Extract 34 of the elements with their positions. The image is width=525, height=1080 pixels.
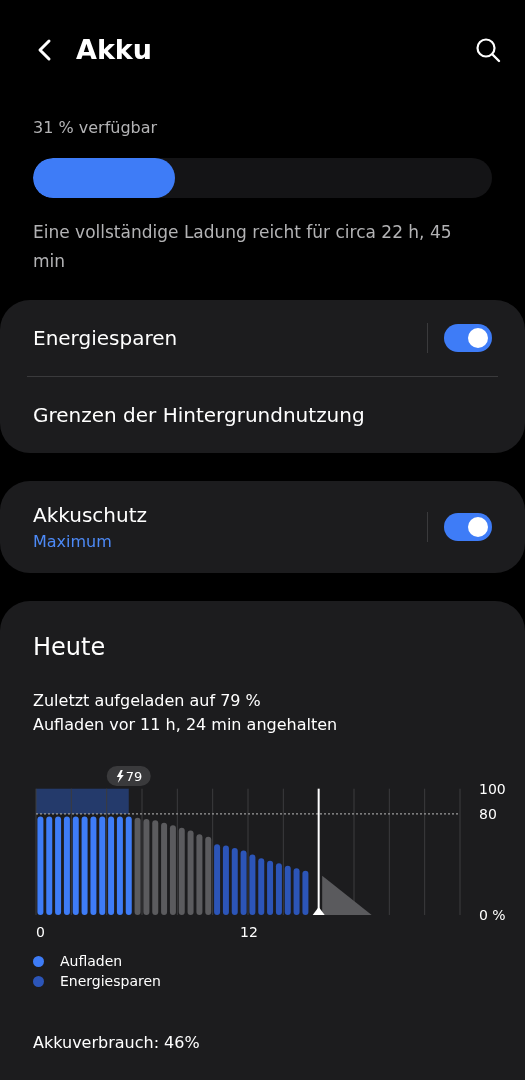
setting-label: Grenzen der Hintergrundnutzung	[33, 402, 366, 429]
axis-label: 0 %	[479, 907, 506, 923]
current-time-marker[interactable]	[312, 787, 325, 916]
settings-row[interactable]: Energiesparen	[0, 300, 525, 376]
toggle-switch[interactable]	[444, 513, 492, 541]
chart-bar	[284, 865, 291, 915]
chart-bar	[231, 848, 238, 915]
chart-bar	[293, 868, 300, 915]
battery-available-text: 31 % verfügbar	[33, 117, 159, 139]
section-title: Heute	[33, 632, 107, 663]
axis-label: 100	[479, 780, 506, 797]
info-text: Aufladen vor 11 h, 24 min angehalten	[33, 714, 339, 736]
toggle-switch[interactable]	[444, 324, 492, 352]
legend-label: Aufladen	[60, 952, 123, 971]
setting-label: Energiesparen	[33, 325, 179, 352]
chart-bar	[249, 854, 256, 915]
axis-label: 80	[479, 805, 497, 822]
chart-bar	[240, 850, 247, 915]
info-text: Zuletzt aufgeladen auf 79 %	[33, 690, 262, 712]
settings-row[interactable]: Akkuschutz Maximum	[0, 481, 525, 573]
settings-row[interactable]: Grenzen der Hintergrundnutzung	[0, 377, 525, 453]
battery-estimate-text: Eine vollständige Ladung reicht für circa 22 h, 45 min	[33, 221, 453, 273]
chart-bar	[258, 858, 265, 915]
chart-bar	[302, 870, 309, 915]
charge-badge: 79	[106, 766, 151, 786]
setting-label: Akkuschutz	[33, 502, 148, 529]
setting-value: Maximum	[33, 531, 113, 553]
page-title: Akku	[76, 32, 154, 67]
projection-area	[322, 875, 372, 915]
usage-text: Akkuverbrauch: 46%	[33, 1032, 201, 1054]
legend-label: Energiesparen	[60, 972, 161, 991]
search-icon	[475, 37, 501, 63]
axis-label: 12	[240, 924, 258, 940]
axis-label: 0	[36, 924, 45, 940]
